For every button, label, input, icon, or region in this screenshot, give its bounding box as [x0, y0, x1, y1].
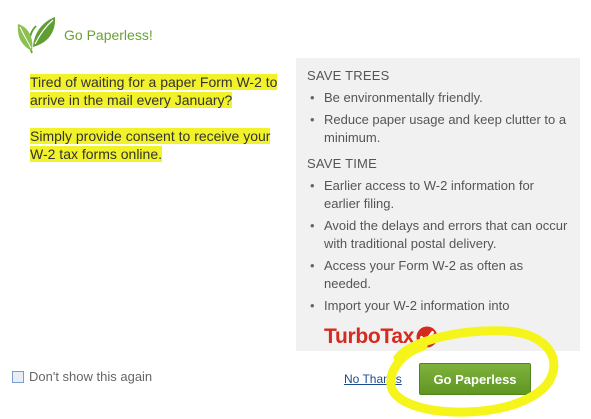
- intro-text: Tired of waiting for a paper Form W-2 to…: [30, 74, 285, 182]
- list-item: Import your W-2 information into: [307, 297, 570, 315]
- list-item: Access your Form W-2 as often as needed.: [307, 257, 570, 293]
- turbotax-logo: TurboTax: [324, 324, 570, 350]
- intro-paragraph-1: Tired of waiting for a paper Form W-2 to…: [30, 74, 285, 110]
- intro-line: Simply provide consent to receive your: [30, 128, 271, 144]
- list-item: Avoid the delays and errors that can occ…: [307, 217, 570, 253]
- no-thanks-link[interactable]: No Thanks: [344, 372, 402, 386]
- section-title-save-trees: SAVE TREES: [307, 68, 390, 83]
- dont-show-again-row[interactable]: Don't show this again: [12, 369, 152, 384]
- dont-show-again-label[interactable]: Don't show this again: [29, 369, 152, 384]
- intro-line: Tired of waiting for a paper Form W-2 to: [30, 74, 278, 90]
- intro-line: arrive in the mail every January?: [30, 92, 233, 108]
- checkmark-badge-icon: [416, 326, 438, 348]
- save-trees-list: Be environmentally friendly. Reduce pape…: [307, 89, 570, 147]
- save-time-list: Earlier access to W-2 information for ea…: [307, 177, 570, 315]
- go-paperless-button[interactable]: Go Paperless: [419, 363, 531, 395]
- list-item: Be environmentally friendly.: [307, 89, 570, 107]
- leaf-logo-icon: [17, 17, 56, 54]
- benefits-panel: SAVE TREES Be environmentally friendly. …: [296, 58, 580, 351]
- intro-line: W-2 tax forms online.: [30, 146, 163, 162]
- dialog-header: Go Paperless!: [12, 14, 153, 54]
- list-item: Reduce paper usage and keep clutter to a…: [307, 111, 570, 147]
- turbotax-wordmark: TurboTax: [324, 325, 415, 348]
- intro-paragraph-2: Simply provide consent to receive your W…: [30, 128, 285, 164]
- section-title-save-time: SAVE TIME: [307, 156, 377, 171]
- dialog-title: Go Paperless!: [64, 27, 153, 43]
- list-item: Earlier access to W-2 information for ea…: [307, 177, 570, 213]
- dont-show-again-checkbox[interactable]: [12, 370, 24, 383]
